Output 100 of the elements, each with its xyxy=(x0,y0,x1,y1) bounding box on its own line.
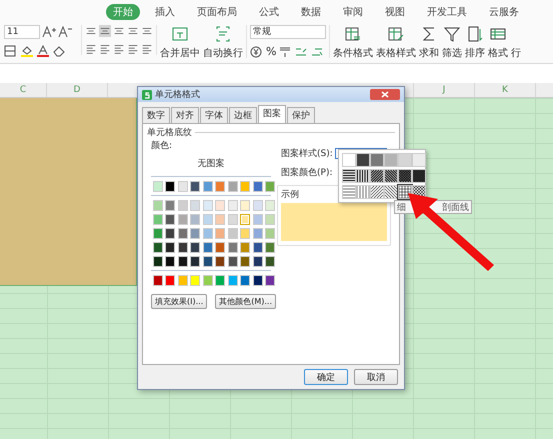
color-swatch[interactable] xyxy=(153,214,163,224)
color-swatch[interactable] xyxy=(252,256,263,266)
more-colors-button[interactable]: 其他颜色(M)... xyxy=(215,294,276,309)
color-swatch[interactable] xyxy=(190,228,200,238)
border-icon[interactable] xyxy=(4,45,18,57)
color-swatch[interactable] xyxy=(153,242,163,252)
color-swatch[interactable] xyxy=(265,274,276,286)
color-swatch[interactable] xyxy=(228,256,238,266)
color-swatch[interactable] xyxy=(178,274,188,286)
color-swatch[interactable] xyxy=(252,274,263,286)
ribbon-button[interactable]: 行 xyxy=(511,25,521,61)
ribbon-tab[interactable]: 云服务 xyxy=(482,4,526,20)
align-icon[interactable] xyxy=(113,25,125,37)
number-format-dropdown[interactable]: 常规 xyxy=(250,25,326,39)
color-swatch[interactable] xyxy=(265,180,276,192)
fill-effects-button[interactable]: 填充效果(I)... xyxy=(151,294,208,309)
ribbon-button[interactable]: 排序 xyxy=(465,25,485,61)
color-swatch[interactable] xyxy=(178,242,188,252)
color-swatch[interactable] xyxy=(178,256,188,266)
close-icon[interactable] xyxy=(370,89,400,100)
ribbon-button[interactable]: 表格样式 xyxy=(376,25,416,61)
color-swatch[interactable] xyxy=(240,242,250,252)
color-swatch[interactable] xyxy=(153,180,163,192)
grow-font-icon[interactable] xyxy=(42,26,56,38)
ribbon-button[interactable]: 格式 xyxy=(488,25,508,61)
color-swatch[interactable] xyxy=(252,200,263,210)
color-swatch[interactable] xyxy=(153,274,163,286)
eraser-icon[interactable] xyxy=(52,45,66,57)
ribbon-button[interactable]: 求和 xyxy=(419,25,439,61)
color-swatch[interactable] xyxy=(265,214,276,224)
fill-color-icon[interactable] xyxy=(20,45,34,57)
align-icon[interactable] xyxy=(141,25,153,37)
dialog-tab[interactable]: 数字 xyxy=(142,107,170,123)
color-swatch[interactable] xyxy=(190,180,200,192)
color-swatch[interactable] xyxy=(165,274,176,286)
color-swatch[interactable] xyxy=(265,256,276,266)
ribbon-button[interactable]: 条件格式 xyxy=(333,25,373,61)
color-swatch[interactable] xyxy=(252,242,263,252)
decrease-decimal-icon[interactable] xyxy=(310,46,324,58)
color-swatch[interactable] xyxy=(240,228,250,238)
color-swatch[interactable] xyxy=(228,180,238,192)
align-icon[interactable] xyxy=(99,43,111,55)
color-swatch[interactable] xyxy=(265,200,276,210)
cancel-button[interactable]: 取消 xyxy=(354,369,398,385)
color-swatch[interactable] xyxy=(153,228,163,238)
color-swatch[interactable] xyxy=(190,214,200,224)
color-swatch[interactable] xyxy=(252,180,263,192)
color-swatch[interactable] xyxy=(178,214,188,224)
dialog-tab[interactable]: 保护 xyxy=(287,107,315,123)
color-swatch[interactable] xyxy=(215,200,226,210)
color-swatch[interactable] xyxy=(265,228,276,238)
color-swatch[interactable] xyxy=(228,228,238,238)
color-swatch[interactable] xyxy=(215,180,226,192)
color-swatch[interactable] xyxy=(178,228,188,238)
align-icon[interactable] xyxy=(85,25,97,37)
ribbon-tab[interactable]: 数据 xyxy=(294,4,328,20)
color-swatch[interactable] xyxy=(215,274,226,286)
pattern-swatch[interactable] xyxy=(412,169,426,183)
color-swatch[interactable] xyxy=(215,256,226,266)
color-swatch[interactable] xyxy=(228,242,238,252)
ribbon-tab[interactable]: 审阅 xyxy=(336,4,370,20)
color-swatch[interactable] xyxy=(202,214,213,224)
color-swatch[interactable] xyxy=(265,242,276,252)
align-icon[interactable] xyxy=(127,25,139,37)
color-swatch[interactable] xyxy=(165,180,176,192)
color-swatch[interactable] xyxy=(240,180,250,192)
shrink-font-icon[interactable] xyxy=(58,26,72,38)
color-swatch[interactable] xyxy=(215,214,226,224)
ribbon-button[interactable]: 筛选 xyxy=(442,25,462,61)
ribbon-tab[interactable]: 插入 xyxy=(148,4,182,20)
color-swatch[interactable] xyxy=(165,228,176,238)
color-swatch[interactable] xyxy=(252,228,263,238)
color-swatch[interactable] xyxy=(178,200,188,210)
color-swatch[interactable] xyxy=(240,274,250,286)
color-swatch[interactable] xyxy=(215,228,226,238)
color-swatch[interactable] xyxy=(215,242,226,252)
color-swatch[interactable] xyxy=(228,214,238,224)
ribbon-tab[interactable]: 页面布局 xyxy=(190,4,244,20)
color-swatch[interactable] xyxy=(190,256,200,266)
color-swatch[interactable] xyxy=(202,242,213,252)
align-icon[interactable] xyxy=(99,25,111,37)
color-swatch[interactable] xyxy=(153,200,163,210)
color-swatch[interactable] xyxy=(190,274,200,286)
color-swatch[interactable] xyxy=(240,200,250,210)
increase-decimal-icon[interactable] xyxy=(294,46,308,58)
currency-icon[interactable] xyxy=(250,46,264,58)
dialog-tab[interactable]: 对齐 xyxy=(171,107,199,123)
color-swatch[interactable] xyxy=(202,228,213,238)
color-swatch[interactable] xyxy=(190,242,200,252)
no-pattern-option[interactable]: 无图案 xyxy=(198,157,224,170)
color-swatch[interactable] xyxy=(240,214,250,224)
color-swatch[interactable] xyxy=(165,200,176,210)
color-swatch[interactable] xyxy=(190,200,200,210)
ribbon-tab[interactable]: 公式 xyxy=(252,4,286,20)
dialog-tab[interactable]: 字体 xyxy=(200,107,228,123)
dialog-tab[interactable]: 图案 xyxy=(258,105,286,123)
ok-button[interactable]: 确定 xyxy=(304,369,348,385)
pattern-swatch[interactable] xyxy=(384,185,398,199)
percent-button[interactable]: % xyxy=(266,45,276,58)
color-swatch[interactable] xyxy=(202,200,213,210)
